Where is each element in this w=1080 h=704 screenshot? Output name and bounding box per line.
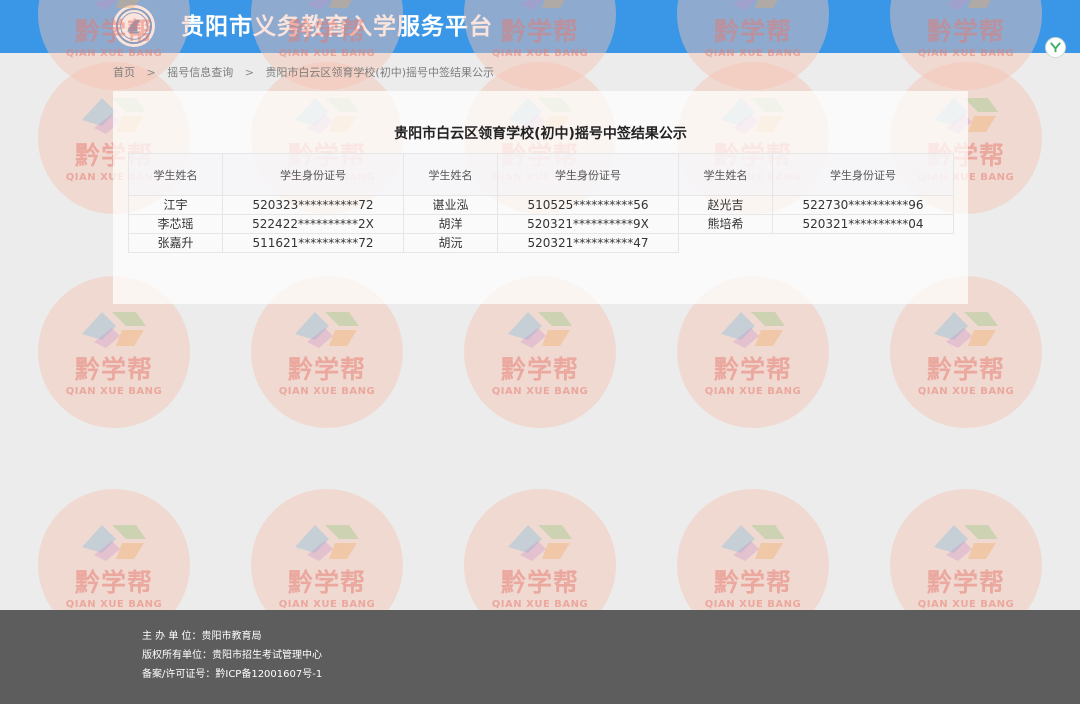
watermark-text: 黔学帮 bbox=[74, 355, 153, 384]
student-id-cell: 520323**********72 bbox=[222, 195, 404, 215]
student-id-cell: 510525**********56 bbox=[497, 195, 679, 215]
footer-host-unit: 主 办 单 位：贵阳市教育局 bbox=[142, 631, 262, 642]
watermark-subtext: QIAN XUE BANG bbox=[278, 599, 376, 610]
watermark-subtext: QIAN XUE BANG bbox=[704, 599, 802, 610]
student-id-cell: 520321**********47 bbox=[497, 233, 679, 253]
empty-cell bbox=[679, 234, 773, 253]
table-row: 江宇 520323**********72 谌业泓 510525********… bbox=[128, 195, 954, 215]
watermark-subtext: QIAN XUE BANG bbox=[491, 386, 589, 397]
watermark-text: 黔学帮 bbox=[713, 568, 792, 597]
watermark-text: 黔学帮 bbox=[926, 355, 1005, 384]
watermark-subtext: QIAN XUE BANG bbox=[704, 386, 802, 397]
student-id-cell: 522422**********2X bbox=[222, 214, 404, 234]
student-name-cell: 胡洋 bbox=[403, 214, 498, 234]
watermark-text: 黔学帮 bbox=[74, 568, 153, 597]
breadcrumb-separator: > bbox=[146, 66, 156, 79]
column-header-student-id: 学生身份证号 bbox=[222, 153, 404, 196]
empty-cell bbox=[773, 234, 954, 253]
student-name-cell: 谌业泓 bbox=[403, 195, 498, 215]
site-title[interactable]: 贵阳市义务教育入学服务平台 bbox=[181, 12, 493, 42]
watermark-text: 黔学帮 bbox=[713, 355, 792, 384]
watermark-logo-icon bbox=[721, 312, 785, 348]
watermark-text: 黔学帮 bbox=[500, 568, 579, 597]
watermark-logo-icon bbox=[934, 525, 998, 561]
column-header-student-name: 学生姓名 bbox=[403, 153, 498, 196]
breadcrumb-home-link[interactable]: 首页 bbox=[113, 66, 135, 79]
watermark-subtext: QIAN XUE BANG bbox=[65, 386, 163, 397]
watermark-logo-icon bbox=[934, 312, 998, 348]
breadcrumb-separator: > bbox=[244, 66, 254, 79]
watermark-text: 黔学帮 bbox=[500, 355, 579, 384]
site-footer: 主 办 单 位：贵阳市教育局 版权所有单位：贵阳市招生考试管理中心 备案/许可证… bbox=[0, 610, 1080, 704]
column-header-student-name: 学生姓名 bbox=[678, 153, 773, 196]
breadcrumb: 首页 > 摇号信息查询 > 贵阳市白云区领育学校(初中)摇号中签结果公示 bbox=[113, 66, 494, 80]
result-panel: 贵阳市白云区领育学校(初中)摇号中签结果公示 学生姓名 学生身份证号 学生姓名 … bbox=[113, 91, 968, 304]
watermark-logo-icon bbox=[82, 525, 146, 561]
watermark-subtext: QIAN XUE BANG bbox=[278, 386, 376, 397]
student-id-cell: 511621**********72 bbox=[222, 233, 404, 253]
footer-icp[interactable]: 备案/许可证号：黔ICP备12001607号-1 bbox=[142, 668, 322, 682]
student-name-cell: 赵光吉 bbox=[678, 195, 773, 215]
student-id-cell: 522730**********96 bbox=[772, 195, 954, 215]
student-id-cell: 520321**********9X bbox=[497, 214, 679, 234]
watermark-text: 黔学帮 bbox=[287, 355, 366, 384]
table-row: 李芯瑶 522422**********2X 胡洋 520321********… bbox=[128, 214, 954, 234]
column-header-student-id: 学生身份证号 bbox=[497, 153, 679, 196]
top-header: 贵阳市义务教育入学服务平台 bbox=[0, 0, 1080, 53]
student-name-cell: 李芯瑶 bbox=[128, 214, 223, 234]
watermark-logo-icon bbox=[508, 312, 572, 348]
column-header-student-name: 学生姓名 bbox=[128, 153, 223, 196]
student-id-cell: 520321**********04 bbox=[772, 214, 954, 234]
column-header-student-id: 学生身份证号 bbox=[772, 153, 954, 196]
table-row: 张嘉升 511621**********72 胡沅 520321********… bbox=[128, 233, 954, 253]
student-name-cell: 熊培希 bbox=[678, 214, 773, 234]
breadcrumb-current: 贵阳市白云区领育学校(初中)摇号中签结果公示 bbox=[265, 66, 495, 79]
school-emblem-icon[interactable] bbox=[113, 5, 155, 47]
lottery-result-table: 学生姓名 学生身份证号 学生姓名 学生身份证号 学生姓名 学生身份证号 江宇 5… bbox=[128, 153, 954, 253]
watermark-subtext: QIAN XUE BANG bbox=[491, 599, 589, 610]
watermark-text: 黔学帮 bbox=[926, 568, 1005, 597]
watermark-subtext: QIAN XUE BANG bbox=[917, 599, 1015, 610]
watermark-text: 黔学帮 bbox=[287, 568, 366, 597]
table-header-row: 学生姓名 学生身份证号 学生姓名 学生身份证号 学生姓名 学生身份证号 bbox=[128, 153, 954, 196]
watermark-logo-icon bbox=[295, 525, 359, 561]
floating-logo-icon[interactable] bbox=[1045, 37, 1066, 58]
student-name-cell: 张嘉升 bbox=[128, 233, 223, 253]
student-name-cell: 胡沅 bbox=[403, 233, 498, 253]
footer-copyright: 版权所有单位：贵阳市招生考试管理中心 bbox=[142, 650, 322, 661]
watermark-logo-icon bbox=[82, 312, 146, 348]
page-title: 贵阳市白云区领育学校(初中)摇号中签结果公示 bbox=[394, 126, 687, 142]
watermark-logo-icon bbox=[721, 525, 785, 561]
watermark-subtext: QIAN XUE BANG bbox=[65, 599, 163, 610]
watermark-subtext: QIAN XUE BANG bbox=[917, 386, 1015, 397]
watermark-logo-icon bbox=[295, 312, 359, 348]
breadcrumb-lottery-query-link[interactable]: 摇号信息查询 bbox=[167, 66, 233, 79]
student-name-cell: 江宇 bbox=[128, 195, 223, 215]
watermark-logo-icon bbox=[508, 525, 572, 561]
